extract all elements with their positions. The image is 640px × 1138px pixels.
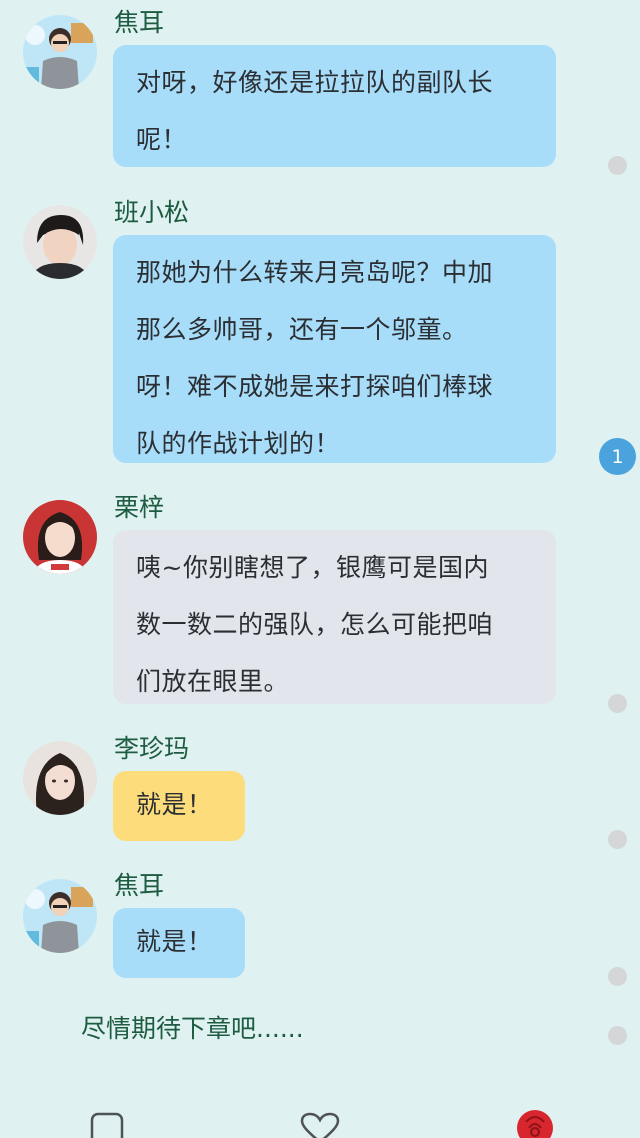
sender-name: 栗梓 xyxy=(114,493,165,522)
comment-icon[interactable] xyxy=(90,1112,124,1138)
comment-dot[interactable] xyxy=(608,694,627,713)
comment-dot[interactable] xyxy=(608,967,627,986)
comment-dot[interactable] xyxy=(608,1026,627,1045)
rose-icon[interactable] xyxy=(514,1108,556,1138)
message-bubble[interactable]: 就是！ xyxy=(113,908,245,978)
comment-dot[interactable] xyxy=(608,156,627,175)
message-line: 呀！难不成她是来打探咱们棒球 xyxy=(136,372,494,401)
avatar-jiaoer[interactable] xyxy=(23,15,97,89)
sender-name: 焦耳 xyxy=(114,8,165,37)
message-line: 对呀，好像还是拉拉队的副队长 xyxy=(136,68,494,97)
avatar-banxiaosong[interactable] xyxy=(23,205,97,279)
avatar-image xyxy=(23,15,97,89)
chapter-ending-text: 尽情期待下章吧...... xyxy=(81,1014,304,1043)
message-line: 呢！ xyxy=(136,125,188,154)
message-bubble[interactable]: 就是！ xyxy=(113,771,245,841)
avatar-lizhenma[interactable] xyxy=(23,741,97,815)
message-bubble[interactable]: 那她为什么转来月亮岛呢？中加 那么多帅哥，还有一个邬童。 呀！难不成她是来打探咱… xyxy=(113,235,556,463)
message-line: 就是！ xyxy=(136,927,213,956)
avatar-image xyxy=(23,879,97,953)
avatar-image xyxy=(23,205,97,279)
message-line: 们放在眼里。 xyxy=(136,667,290,696)
message-line: 数一数二的强队，怎么可能把咱 xyxy=(136,610,494,639)
heart-icon[interactable] xyxy=(300,1112,340,1138)
message-line: 队的作战计划的！ xyxy=(136,429,341,458)
message-line: 就是！ xyxy=(136,790,213,819)
sender-name: 焦耳 xyxy=(114,871,165,900)
sender-name: 李珍玛 xyxy=(114,734,190,763)
comment-dot[interactable] xyxy=(608,830,627,849)
avatar-jiaoer[interactable] xyxy=(23,879,97,953)
avatar-lizi[interactable] xyxy=(23,500,97,574)
avatar-image xyxy=(23,741,97,815)
message-line: 那她为什么转来月亮岛呢？中加 xyxy=(136,258,494,287)
message-line: 那么多帅哥，还有一个邬童。 xyxy=(136,315,468,344)
comment-count-badge[interactable]: 1 xyxy=(599,438,636,475)
avatar-image xyxy=(23,500,97,574)
message-bubble[interactable]: 对呀，好像还是拉拉队的副队长 呢！ xyxy=(113,45,556,167)
message-line: 咦~你别瞎想了，银鹰可是国内 xyxy=(136,553,489,582)
message-bubble[interactable]: 咦~你别瞎想了，银鹰可是国内 数一数二的强队，怎么可能把咱 们放在眼里。 xyxy=(113,530,556,704)
sender-name: 班小松 xyxy=(114,198,190,227)
